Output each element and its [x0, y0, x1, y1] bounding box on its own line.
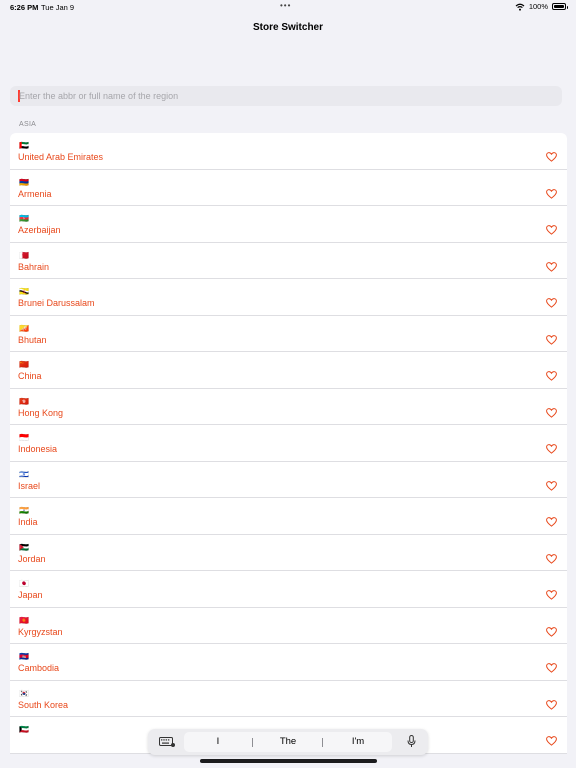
list-item[interactable]: 🇰🇭 Cambodia: [10, 644, 567, 681]
region-name: China: [18, 371, 42, 381]
heart-icon[interactable]: [546, 699, 557, 710]
flag-icon: 🇦🇪: [19, 141, 29, 150]
flag-icon: 🇨🇳: [19, 360, 29, 369]
region-name: Cambodia: [18, 663, 60, 673]
list-item[interactable]: 🇦🇪 United Arab Emirates: [10, 133, 567, 170]
region-name: Jordan: [18, 553, 46, 564]
heart-icon[interactable]: [546, 480, 557, 491]
region-name: Azerbaijan: [18, 225, 61, 235]
heart-icon[interactable]: [546, 626, 557, 637]
region-name: Kyrgyzstan: [18, 626, 63, 637]
region-name: Hong Kong: [18, 407, 64, 418]
battery-percent: 100%: [528, 2, 548, 11]
multitasking-dots-icon[interactable]: •••: [280, 1, 291, 10]
list-item[interactable]: 🇰🇷 South Korea: [10, 681, 567, 717]
list-item[interactable]: 🇦🇿 Azerbaijan: [10, 206, 567, 243]
status-bar: 6:26 PM Tue Jan 9 ••• 100%: [0, 0, 576, 14]
microphone-icon[interactable]: [407, 735, 416, 748]
flag-icon: 🇮🇳: [19, 506, 29, 515]
heart-icon[interactable]: [546, 736, 557, 746]
list-item[interactable]: 🇭🇰 Hong Kong: [10, 389, 567, 425]
status-right: 100%: [515, 2, 568, 11]
keyboard-icon[interactable]: [159, 737, 175, 747]
list-item[interactable]: 🇮🇱 Israel: [10, 462, 567, 498]
flag-icon: 🇯🇵: [19, 579, 29, 588]
region-name: Indonesia: [18, 444, 58, 454]
status-date: Tue Jan 9: [41, 3, 75, 12]
region-name: Israel: [18, 480, 41, 491]
region-name: Armenia: [18, 188, 52, 199]
list-item[interactable]: 🇧🇳 Brunei Darussalam: [10, 279, 567, 316]
home-indicator[interactable]: [200, 759, 377, 763]
flag-icon: 🇧🇳: [19, 287, 29, 296]
flag-icon: 🇦🇲: [19, 177, 29, 187]
heart-icon[interactable]: [546, 298, 557, 308]
battery-icon: [552, 3, 568, 10]
heart-icon[interactable]: [546, 225, 557, 235]
region-list: 🇦🇪 United Arab Emirates 🇦🇲 Armenia 🇦🇿 Azerbai…: [10, 133, 567, 754]
suggestion-divider: [252, 738, 253, 747]
flag-icon: 🇰🇼: [19, 725, 29, 734]
region-name: United Arab Emirates: [18, 152, 104, 162]
region-name: Brunei Darussalam: [18, 298, 95, 308]
heart-icon[interactable]: [546, 188, 557, 199]
flag-icon: 🇯🇴: [19, 542, 29, 552]
wifi-icon: [515, 3, 525, 11]
list-item[interactable]: 🇦🇲 Armenia: [10, 170, 567, 206]
page-title: Store Switcher: [252, 22, 324, 33]
region-name: Bhutan: [18, 334, 47, 345]
flag-icon: 🇰🇬: [19, 615, 29, 625]
heart-icon[interactable]: [546, 152, 557, 162]
heart-icon[interactable]: [546, 663, 557, 673]
list-item[interactable]: 🇧🇭 Bahrain: [10, 243, 567, 279]
list-item[interactable]: 🇮🇳 India: [10, 498, 567, 535]
search-field[interactable]: [10, 86, 562, 106]
suggestion-divider: [322, 738, 323, 747]
flag-icon: 🇮🇩: [19, 433, 29, 442]
section-header: ASIA: [19, 121, 37, 128]
heart-icon[interactable]: [546, 334, 557, 345]
flag-icon: 🇭🇰: [19, 396, 29, 406]
region-name: India: [18, 517, 38, 527]
search-input[interactable]: [19, 86, 549, 106]
heart-icon[interactable]: [546, 261, 557, 272]
flag-icon: 🇧🇭: [19, 250, 29, 260]
status-time: 6:26 PM: [10, 3, 39, 12]
flag-icon: 🇦🇿: [19, 214, 29, 223]
list-item[interactable]: 🇯🇴 Jordan: [10, 535, 567, 571]
list-item[interactable]: 🇧🇹 Bhutan: [10, 316, 567, 352]
heart-icon[interactable]: [546, 590, 557, 600]
list-item[interactable]: 🇨🇳 China: [10, 352, 567, 389]
suggestion-1[interactable]: I: [188, 729, 248, 755]
region-name: Japan: [18, 590, 43, 600]
flag-icon: 🇰🇭: [19, 652, 29, 661]
suggestion-2[interactable]: The: [258, 729, 318, 755]
keyboard-shortcut-bar: I The I'm: [148, 729, 428, 755]
heart-icon[interactable]: [546, 444, 557, 454]
list-item[interactable]: 🇰🇬 Kyrgyzstan: [10, 608, 567, 644]
list-item[interactable]: 🇮🇩 Indonesia: [10, 425, 567, 462]
heart-icon[interactable]: [546, 553, 557, 564]
heart-icon[interactable]: [546, 517, 557, 527]
flag-icon: 🇮🇱: [19, 469, 29, 479]
suggestion-3[interactable]: I'm: [328, 729, 388, 755]
heart-icon[interactable]: [546, 407, 557, 418]
region-name: South Korea: [18, 699, 69, 710]
list-item[interactable]: 🇯🇵 Japan: [10, 571, 567, 608]
flag-icon: 🇰🇷: [19, 688, 29, 698]
flag-icon: 🇧🇹: [19, 323, 29, 333]
region-name: Bahrain: [18, 261, 50, 272]
heart-icon[interactable]: [546, 371, 557, 381]
